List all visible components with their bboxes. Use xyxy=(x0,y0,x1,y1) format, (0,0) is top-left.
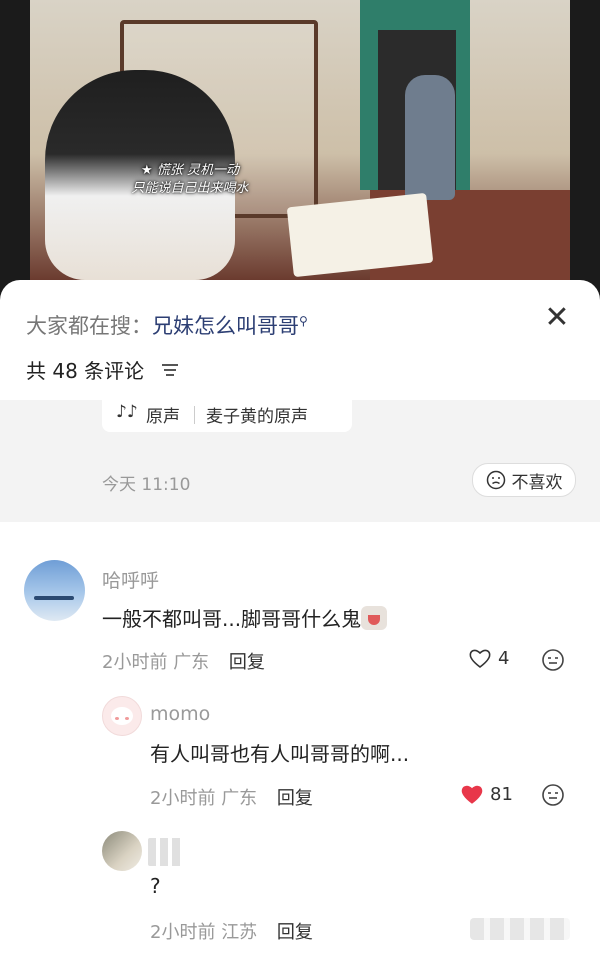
like-count: 81 xyxy=(490,783,513,805)
subtitle-line-2: 只能说自己出来喝水 xyxy=(131,181,249,196)
comment-time: 2小时前 xyxy=(150,788,216,809)
comment-time: 2小时前 xyxy=(102,652,168,673)
music-note-icon: ♪♪ xyxy=(116,402,138,422)
dislike-label: 不喜欢 xyxy=(511,472,563,493)
post-timestamp: 今天 11:10 xyxy=(102,475,191,495)
like-count: 4 xyxy=(498,647,510,669)
screaming-cat-emoji-icon xyxy=(361,606,388,630)
chip-divider xyxy=(194,406,195,424)
comment-username[interactable]: momo xyxy=(150,703,210,725)
comment-meta: 2小时前 广东 回复 xyxy=(102,648,265,674)
close-icon[interactable]: ✕ xyxy=(540,300,574,335)
reply-button[interactable]: 回复 xyxy=(277,922,313,943)
heart-outline-icon xyxy=(469,649,491,669)
sound-name: 麦子黄的原声 xyxy=(206,407,308,427)
reply-button[interactable]: 回复 xyxy=(277,788,313,809)
comment-text: 一般不都叫哥...脚哥哥什么鬼 xyxy=(102,603,388,632)
comment-meta: 2小时前 江苏 回复 xyxy=(150,918,313,944)
book xyxy=(286,192,434,278)
avatar-blush xyxy=(125,717,129,720)
reaction-face-icon[interactable] xyxy=(541,783,565,807)
reply-button[interactable]: 回复 xyxy=(229,652,265,673)
sad-face-icon xyxy=(486,470,505,490)
search-query-link[interactable]: 兄妹怎么叫哥哥 xyxy=(152,314,299,338)
comment-text-body: 一般不都叫哥...脚哥哥什么鬼 xyxy=(102,607,362,631)
reaction-face-icon[interactable] xyxy=(541,648,565,672)
comment-location: 广东 xyxy=(173,652,210,673)
blurred-watermark xyxy=(470,918,570,940)
comment-text: 有人叫哥也有人叫哥哥的啊... xyxy=(150,742,410,766)
comment-time: 2小时前 xyxy=(150,922,216,943)
subtitle-line-1: ★ 慌张 灵机一动 xyxy=(141,163,239,178)
video-subtitle: ★ 慌张 灵机一动 只能说自己出来喝水 xyxy=(70,162,310,198)
like-button[interactable]: 81 xyxy=(460,783,513,805)
search-prefix: 大家都在搜： xyxy=(26,314,152,338)
search-suggestion[interactable]: 大家都在搜：兄妹怎么叫哥哥⚲ xyxy=(26,310,308,340)
sound-chip[interactable]: ♪♪ 原声 麦子黄的原声 xyxy=(102,400,352,432)
reply-avatar[interactable] xyxy=(102,696,142,736)
video-frame: ★ 慌张 灵机一动 只能说自己出来喝水 xyxy=(30,0,570,280)
avatar-blush xyxy=(115,717,119,720)
like-button[interactable]: 4 xyxy=(468,647,509,669)
search-icon: ⚲ xyxy=(299,314,308,328)
heart-filled-icon xyxy=(461,785,483,804)
comment-text: ? xyxy=(150,874,161,898)
sort-icon[interactable] xyxy=(160,362,180,378)
blurred-username[interactable] xyxy=(148,838,182,866)
comment-location: 广东 xyxy=(221,788,258,809)
comment-location: 江苏 xyxy=(221,922,258,943)
reply-avatar[interactable] xyxy=(102,831,142,871)
comment-username[interactable]: 哈呼呼 xyxy=(102,566,159,593)
avatar[interactable] xyxy=(24,560,85,621)
sound-label: 原声 xyxy=(146,407,180,427)
comment-meta: 2小时前 广东 回复 xyxy=(150,784,313,810)
person-background xyxy=(405,75,455,200)
avatar-face xyxy=(111,707,133,725)
comment-count: 共 48 条评论 xyxy=(26,359,145,383)
dislike-button[interactable]: 不喜欢 xyxy=(472,463,576,497)
video-player[interactable]: ★ 慌张 灵机一动 只能说自己出来喝水 xyxy=(0,0,600,300)
